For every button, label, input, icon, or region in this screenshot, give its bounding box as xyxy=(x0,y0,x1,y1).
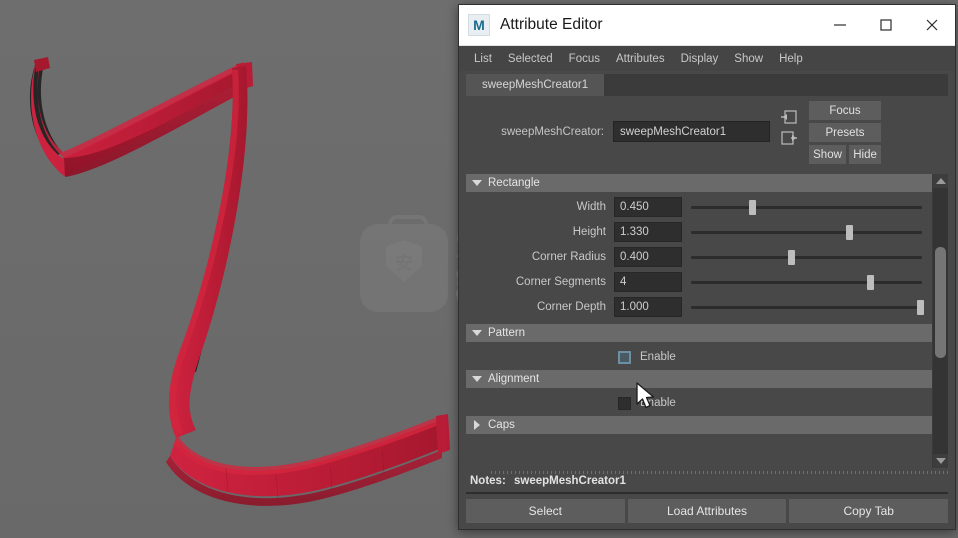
section-label-pattern: Pattern xyxy=(488,327,526,339)
pattern-enable-checkbox[interactable] xyxy=(618,350,631,364)
tabstrip[interactable]: sweepMeshCreator1 xyxy=(466,74,948,96)
attr-label-corner-radius: Corner Radius xyxy=(531,250,606,263)
close-icon[interactable] xyxy=(909,5,955,45)
notes-value[interactable]: sweepMeshCreator1 xyxy=(514,475,626,487)
presets-button[interactable]: Presets xyxy=(809,123,881,142)
attr-slider-width[interactable] xyxy=(691,197,922,217)
attr-input-width[interactable]: 0.450 xyxy=(614,196,682,217)
attr-row-width: Width 0.450 xyxy=(466,194,932,219)
menu-item-show[interactable]: Show xyxy=(726,50,771,68)
vertical-scrollbar[interactable] xyxy=(932,174,948,468)
attr-row-corner-segments: Corner Segments 4 xyxy=(466,269,932,294)
chevron-right-icon[interactable] xyxy=(466,420,488,430)
maya-logo-icon: M xyxy=(468,14,490,36)
pattern-enable-row: Enable xyxy=(466,344,932,370)
load-attributes-button[interactable]: Load Attributes xyxy=(627,499,787,523)
bottom-button-bar: Select Load Attributes Copy Tab xyxy=(459,496,955,529)
notes-label: Notes: xyxy=(470,475,506,487)
notes-splitter-handle[interactable] xyxy=(491,471,948,474)
attr-row-corner-depth: Corner Depth 1.000 xyxy=(466,294,932,319)
attr-row-corner-radius: Corner Radius 0.400 xyxy=(466,244,932,269)
input-connection-icon[interactable] xyxy=(781,110,797,124)
chevron-down-icon[interactable] xyxy=(466,330,488,336)
scrollbar-trough[interactable] xyxy=(933,188,948,454)
scrollbar-thumb[interactable] xyxy=(935,246,946,359)
notes-row: Notes: sweepMeshCreator1 xyxy=(470,475,626,487)
attr-label-corner-segments: Corner Segments xyxy=(515,275,606,288)
copy-tab-button[interactable]: Copy Tab xyxy=(789,499,949,523)
section-header-alignment[interactable]: Alignment xyxy=(466,370,932,388)
alignment-enable-row: Enable xyxy=(466,390,932,416)
slider-handle-corner-segments[interactable] xyxy=(866,274,874,290)
notes-divider xyxy=(466,492,948,494)
select-button[interactable]: Select xyxy=(466,499,625,523)
section-label-caps: Caps xyxy=(488,419,515,431)
connection-icons xyxy=(781,110,797,152)
node-action-buttons: Focus Presets Show Hide xyxy=(809,101,881,167)
menu-item-selected[interactable]: Selected xyxy=(500,50,561,68)
slider-handle-height[interactable] xyxy=(845,224,853,240)
attr-row-height: Height 1.330 xyxy=(466,219,932,244)
alignment-enable-label: Enable xyxy=(640,397,676,409)
section-header-caps[interactable]: Caps xyxy=(466,416,932,434)
menu-item-list[interactable]: List xyxy=(466,50,500,68)
menu-item-help[interactable]: Help xyxy=(771,50,811,68)
chevron-down-icon[interactable] xyxy=(466,376,488,382)
menu-item-focus[interactable]: Focus xyxy=(561,50,608,68)
slider-handle-corner-radius[interactable] xyxy=(788,249,796,265)
section-label-alignment: Alignment xyxy=(488,373,540,385)
tab-sweepmeshcreator1[interactable]: sweepMeshCreator1 xyxy=(466,74,605,96)
attribute-panel: Rectangle Width 0.450 Height 1.330 Corne… xyxy=(466,174,948,468)
slider-handle-corner-depth[interactable] xyxy=(917,299,925,315)
menubar[interactable]: List Selected Focus Attributes Display S… xyxy=(459,46,955,71)
attr-slider-corner-radius[interactable] xyxy=(691,247,922,267)
notes-area: Notes: sweepMeshCreator1 xyxy=(466,470,948,496)
alignment-enable-checkbox[interactable] xyxy=(618,396,631,410)
attr-slider-height[interactable] xyxy=(691,222,922,242)
node-name-input[interactable]: sweepMeshCreator1 xyxy=(613,121,770,142)
attribute-editor-window[interactable]: M Attribute Editor List Selected Focus A… xyxy=(458,4,956,530)
chevron-down-icon[interactable] xyxy=(466,180,488,186)
slider-handle-width[interactable] xyxy=(748,199,756,215)
section-header-pattern[interactable]: Pattern xyxy=(466,324,932,342)
attr-input-corner-radius[interactable]: 0.400 xyxy=(614,246,682,267)
attribute-scroll-area[interactable]: Rectangle Width 0.450 Height 1.330 Corne… xyxy=(466,174,932,468)
node-name-row: sweepMeshCreator: sweepMeshCreator1 Focu… xyxy=(459,96,955,174)
show-button[interactable]: Show xyxy=(809,145,847,164)
sweep-mesh-ribbon[interactable] xyxy=(0,0,470,538)
slider-track xyxy=(691,305,922,309)
window-titlebar[interactable]: M Attribute Editor xyxy=(459,5,955,46)
attr-slider-corner-segments[interactable] xyxy=(691,272,922,292)
scroll-up-arrow-icon[interactable] xyxy=(933,174,948,188)
minimize-icon[interactable] xyxy=(817,5,863,45)
attr-label-width: Width xyxy=(576,200,606,213)
attr-input-height[interactable]: 1.330 xyxy=(614,221,682,242)
attr-label-corner-depth: Corner Depth xyxy=(536,300,606,313)
focus-button[interactable]: Focus xyxy=(809,101,881,120)
output-connection-icon[interactable] xyxy=(781,131,797,145)
attr-slider-corner-depth[interactable] xyxy=(691,297,925,317)
slider-track xyxy=(691,255,922,259)
section-label-rectangle: Rectangle xyxy=(488,177,540,189)
slider-track xyxy=(691,280,922,284)
slider-track xyxy=(691,230,922,234)
section-header-rectangle[interactable]: Rectangle xyxy=(466,174,932,192)
menu-item-display[interactable]: Display xyxy=(673,50,727,68)
node-type-label: sweepMeshCreator: xyxy=(501,126,604,138)
attr-input-corner-depth[interactable]: 1.000 xyxy=(614,296,682,317)
menu-item-attributes[interactable]: Attributes xyxy=(608,50,673,68)
attr-label-height: Height xyxy=(572,225,606,238)
attr-input-corner-segments[interactable]: 4 xyxy=(614,271,682,292)
maximize-icon[interactable] xyxy=(863,5,909,45)
hide-button[interactable]: Hide xyxy=(849,145,881,164)
slider-track xyxy=(691,205,922,209)
scroll-down-arrow-icon[interactable] xyxy=(933,454,948,468)
window-title: Attribute Editor xyxy=(500,16,603,33)
pattern-enable-label: Enable xyxy=(640,351,676,363)
